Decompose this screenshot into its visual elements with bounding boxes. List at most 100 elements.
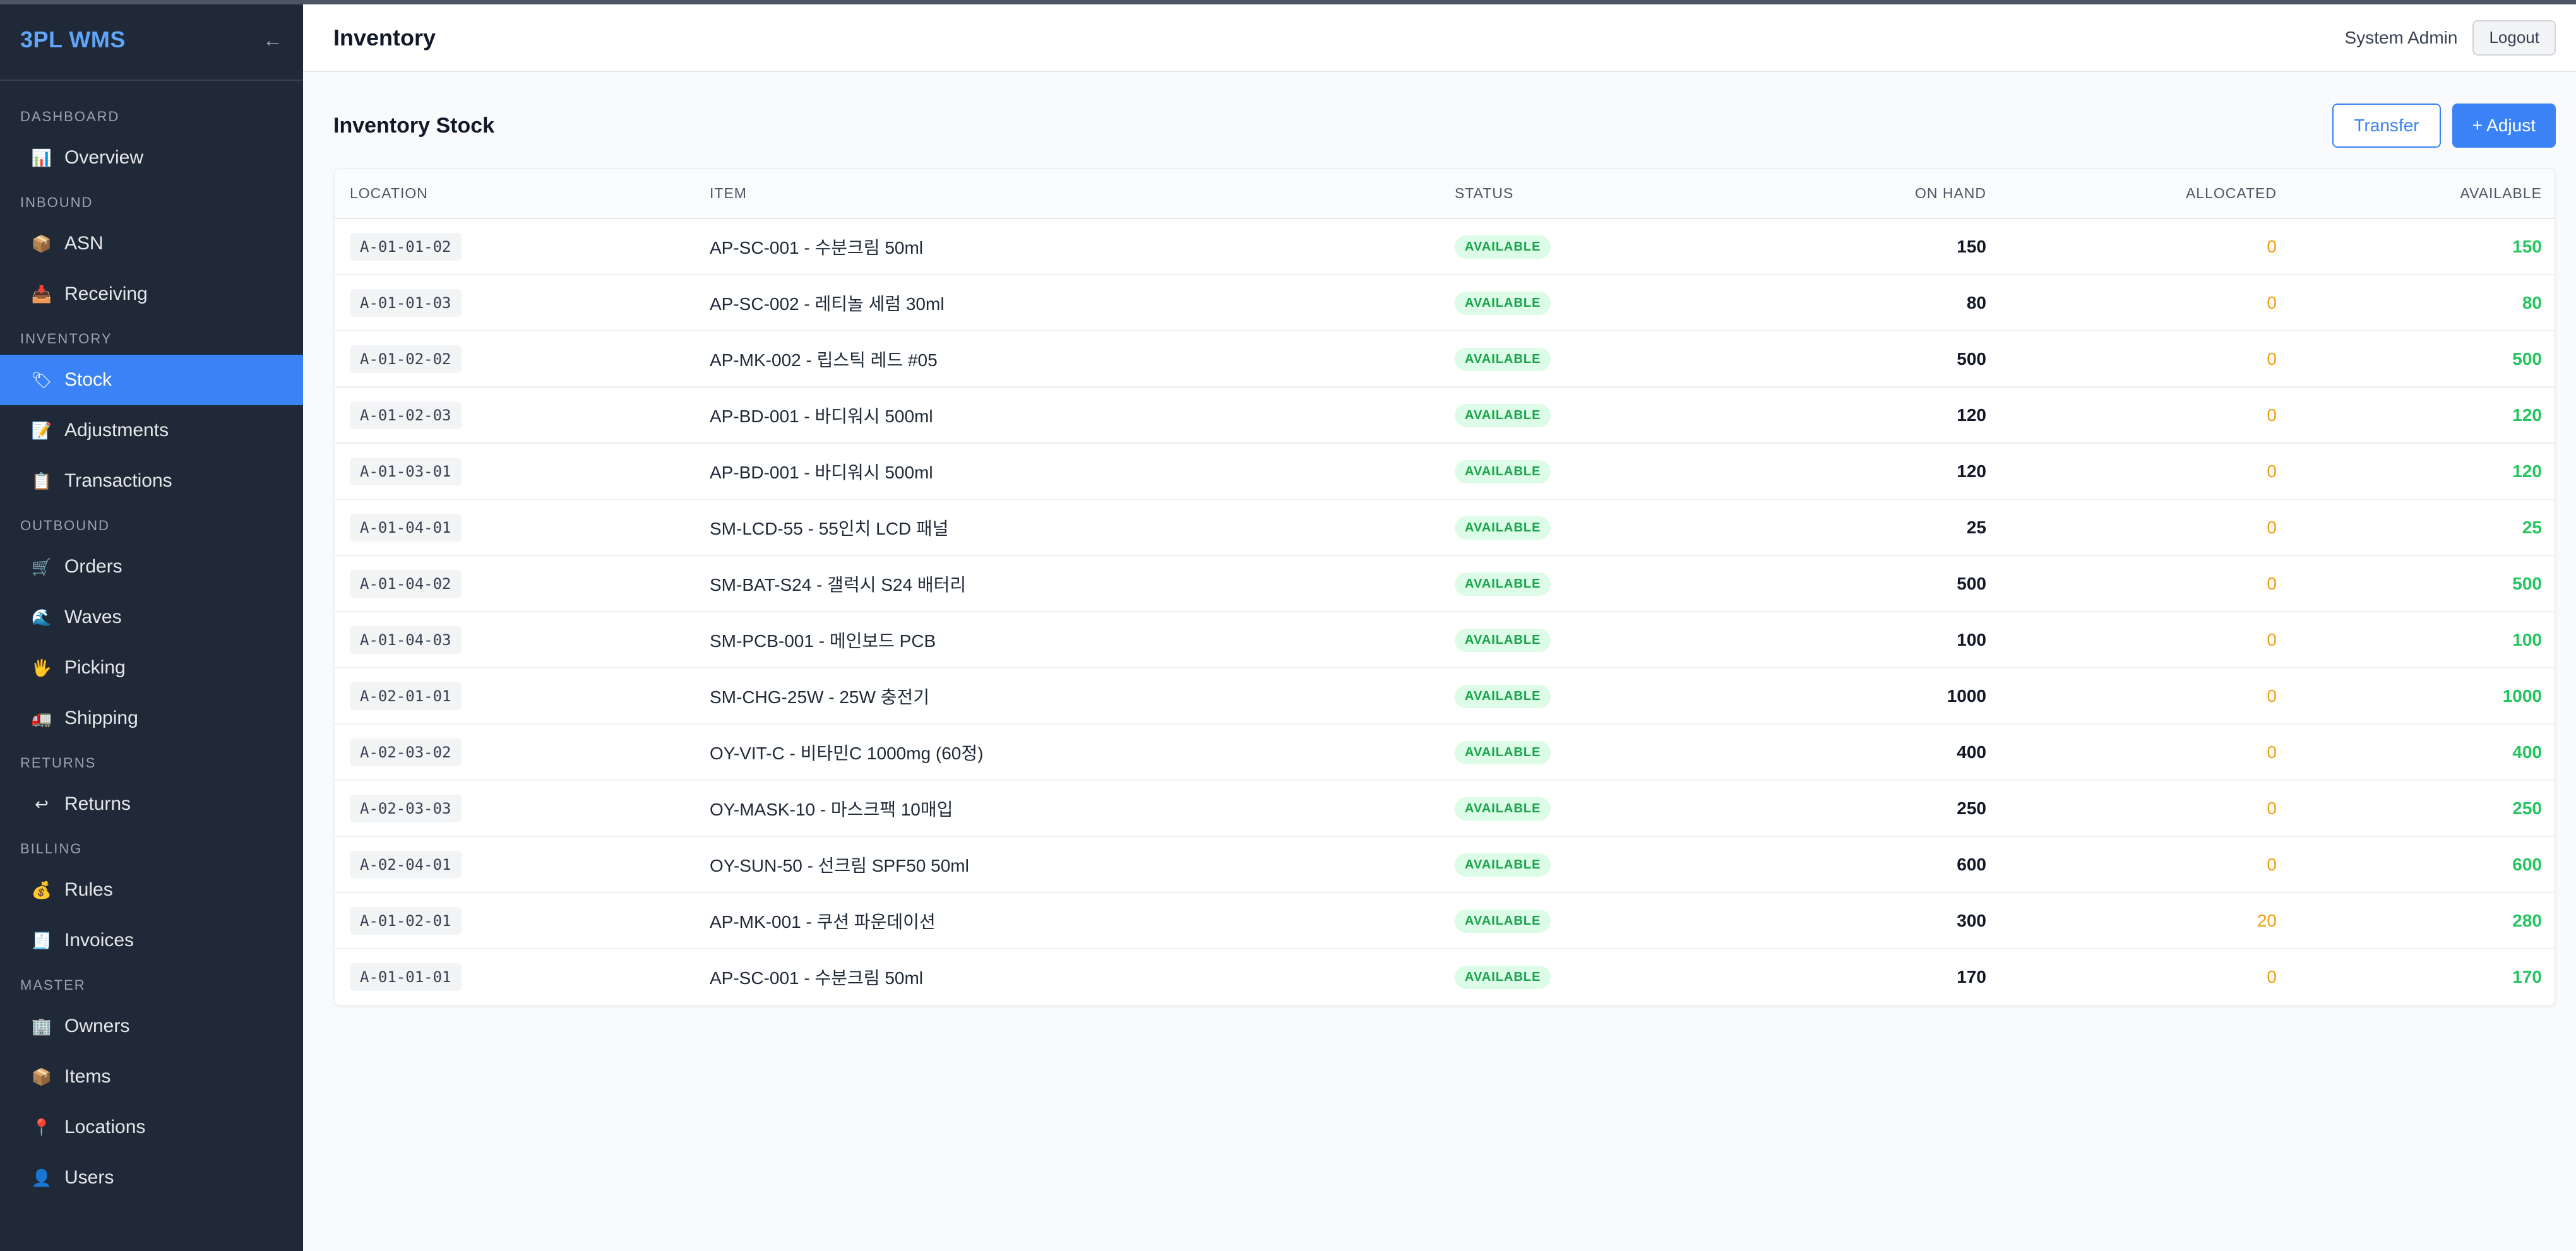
table-cell: 250 [1717, 780, 2001, 837]
table-cell: 0 [2001, 387, 2292, 444]
table-cell: OY-VIT-C - 비타민C 1000mg (60정) [695, 724, 1440, 781]
column-header-item[interactable]: ITEM [695, 169, 1440, 219]
table-row[interactable]: A-01-04-02 SM-BAT-S24 - 갤럭시 S24 배터리 AVAILA… [335, 555, 2555, 612]
sidebar-item-label: ASN [64, 233, 104, 254]
sidebar-item-label: Shipping [64, 708, 138, 728]
table-cell: AVAILABLE [1440, 780, 1717, 837]
sidebar-item-locations[interactable]: 📍 Locations [0, 1102, 303, 1153]
on-hand-value: 150 [1957, 236, 1986, 256]
column-header-location[interactable]: LOCATION [335, 169, 695, 219]
sidebar-item-label: Receiving [64, 283, 148, 304]
location-code: A-01-04-01 [350, 513, 462, 542]
table-cell: A-02-01-01 [335, 668, 695, 725]
allocated-value: 0 [2267, 967, 2277, 987]
money-bag-icon: 💰 [31, 880, 52, 899]
table-row[interactable]: A-02-04-01 OY-SUN-50 - 선크림 SPF50 50ml AVAI… [335, 836, 2555, 893]
table-cell: A-02-03-03 [335, 780, 695, 837]
item-name: OY-SUN-50 - 선크림 SPF50 50ml [710, 855, 969, 875]
table-cell: 120 [2292, 443, 2555, 500]
table-row[interactable]: A-02-01-01 SM-CHG-25W - 25W 충전기 AVAILABLE 1… [335, 668, 2555, 725]
item-name: AP-SC-001 - 수분크림 50ml [710, 968, 924, 988]
sidebar-item-transactions[interactable]: 📋 Transactions [0, 456, 303, 506]
column-header-available[interactable]: AVAILABLE [2292, 169, 2555, 219]
allocated-value: 0 [2267, 573, 2277, 593]
table-cell: 80 [1717, 275, 2001, 331]
sidebar-item-orders[interactable]: 🛒 Orders [0, 542, 303, 592]
column-header-on-hand[interactable]: ON HAND [1717, 169, 2001, 219]
building-icon: 🏢 [31, 1016, 52, 1036]
sidebar-item-owners[interactable]: 🏢 Owners [0, 1001, 303, 1052]
table-cell: AP-BD-001 - 바디워시 500ml [695, 387, 1440, 444]
top-header: Inventory System Admin Logout [303, 4, 2576, 72]
table-row[interactable]: A-01-02-01 AP-MK-001 - 쿠션 파운데이션 AVAILABLE 3… [335, 892, 2555, 949]
logout-button[interactable]: Logout [2472, 20, 2556, 56]
transfer-button[interactable]: Transfer [2332, 104, 2441, 148]
sidebar-item-picking[interactable]: 🖐 Picking [0, 643, 303, 693]
sidebar-item-returns[interactable]: ↩ Returns [0, 779, 303, 829]
sidebar-item-overview[interactable]: 📊 Overview [0, 133, 303, 183]
sidebar-item-stock[interactable]: 🏷 Stock [0, 355, 303, 405]
available-value: 80 [2522, 292, 2542, 312]
table-row[interactable]: A-02-03-03 OY-MASK-10 - 마스크팩 10매입 AVAILABL… [335, 780, 2555, 837]
sidebar-item-rules[interactable]: 💰 Rules [0, 865, 303, 915]
table-row[interactable]: A-01-01-03 AP-SC-002 - 레티놀 세럼 30ml AVAILAB… [335, 275, 2555, 331]
sidebar-item-receiving[interactable]: 📥 Receiving [0, 269, 303, 319]
table-cell: A-01-02-02 [335, 331, 695, 388]
sidebar-item-label: Waves [64, 607, 122, 627]
sidebar-item-waves[interactable]: 🌊 Waves [0, 592, 303, 643]
table-cell: 600 [2292, 836, 2555, 893]
table-cell: 0 [2001, 275, 2292, 331]
allocated-value: 20 [2257, 910, 2277, 930]
chart-icon: 📊 [31, 148, 52, 167]
table-cell: A-01-04-03 [335, 612, 695, 668]
sidebar-item-adjustments[interactable]: 📝 Adjustments [0, 405, 303, 456]
table-row[interactable]: A-01-01-01 AP-SC-001 - 수분크림 50ml AVAILABLE… [335, 949, 2555, 1005]
sidebar-item-asn[interactable]: 📦 ASN [0, 218, 303, 269]
table-row[interactable]: A-01-02-03 AP-BD-001 - 바디워시 500ml AVAILABL… [335, 387, 2555, 444]
sidebar-item-label: Invoices [64, 930, 134, 951]
sidebar-item-shipping[interactable]: 🚛 Shipping [0, 693, 303, 744]
table-cell: AVAILABLE [1440, 387, 1717, 444]
nav-section-label: MASTER [20, 977, 86, 993]
table-row[interactable]: A-01-01-02 AP-SC-001 - 수분크림 50ml AVAILABLE… [335, 218, 2555, 275]
sidebar-item-items[interactable]: 📦 Items [0, 1052, 303, 1102]
on-hand-value: 80 [1966, 292, 1986, 312]
item-name: SM-LCD-55 - 55인치 LCD 패널 [710, 518, 949, 538]
allocated-value: 0 [2267, 461, 2277, 481]
item-name: AP-BD-001 - 바디워시 500ml [710, 406, 933, 426]
status-badge: AVAILABLE [1455, 853, 1551, 877]
sidebar-item-invoices[interactable]: 🧾 Invoices [0, 915, 303, 966]
table-cell: SM-PCB-001 - 메인보드 PCB [695, 612, 1440, 668]
collapse-sidebar-icon[interactable]: ← [263, 28, 283, 52]
column-header-status[interactable]: STATUS [1440, 169, 1717, 219]
allocated-value: 0 [2267, 854, 2277, 874]
nav-section-label: INVENTORY [20, 331, 112, 347]
table-row[interactable]: A-01-04-01 SM-LCD-55 - 55인치 LCD 패널 AVAILAB… [335, 499, 2555, 556]
status-badge: AVAILABLE [1455, 403, 1551, 427]
table-cell: A-01-01-03 [335, 275, 695, 331]
sidebar-item-users[interactable]: 👤 Users [0, 1153, 303, 1203]
inventory-table-card: LOCATION ITEM STATUS ON HAND ALLOCATED A… [333, 168, 2556, 1006]
page-title: Inventory [333, 24, 436, 50]
table-row[interactable]: A-01-04-03 SM-PCB-001 - 메인보드 PCB AVAILABLE… [335, 612, 2555, 668]
table-row[interactable]: A-02-03-02 OY-VIT-C - 비타민C 1000mg (60정) AV… [335, 724, 2555, 781]
table-cell: 0 [2001, 780, 2292, 837]
table-cell: 0 [2001, 724, 2292, 781]
table-cell: 600 [1717, 836, 2001, 893]
label-icon: 🏷 [31, 370, 52, 389]
table-cell: 400 [2292, 724, 2555, 781]
table-cell: 25 [1717, 499, 2001, 556]
table-row[interactable]: A-01-03-01 AP-BD-001 - 바디워시 500ml AVAILABL… [335, 443, 2555, 500]
table-cell: OY-SUN-50 - 선크림 SPF50 50ml [695, 836, 1440, 893]
location-code: A-01-02-03 [350, 401, 462, 429]
table-cell: AVAILABLE [1440, 949, 1717, 1005]
table-cell: AVAILABLE [1440, 668, 1717, 725]
on-hand-value: 120 [1957, 405, 1986, 425]
table-cell: AP-SC-002 - 레티놀 세럼 30ml [695, 275, 1440, 331]
column-header-allocated[interactable]: ALLOCATED [2001, 169, 2292, 219]
adjust-button[interactable]: + Adjust [2452, 104, 2556, 148]
allocated-value: 0 [2267, 348, 2277, 369]
status-badge: AVAILABLE [1455, 291, 1551, 315]
table-row[interactable]: A-01-02-02 AP-MK-002 - 립스틱 레드 #05 AVAILABL… [335, 331, 2555, 388]
sidebar-item-label: Transactions [64, 470, 172, 491]
